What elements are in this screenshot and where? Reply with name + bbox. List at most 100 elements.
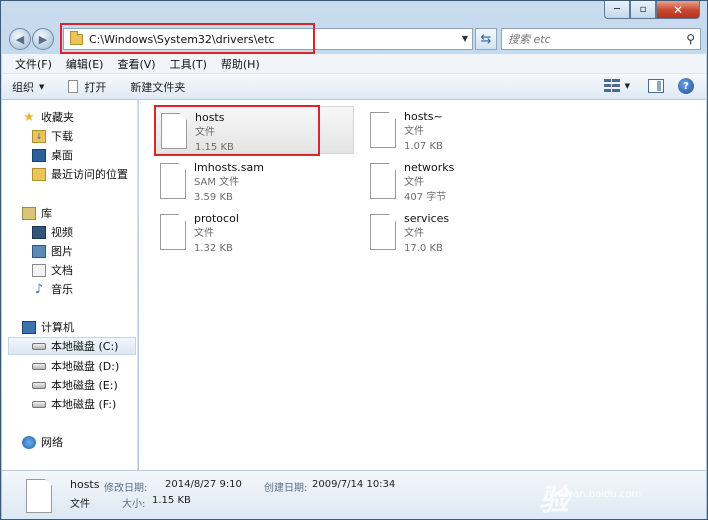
file-name: services bbox=[404, 212, 450, 225]
drive-icon bbox=[32, 362, 46, 370]
sidebar-item-label: 桌面 bbox=[51, 149, 73, 162]
watermark-logo: Baidu经验 bbox=[539, 439, 666, 518]
help-icon[interactable]: ? bbox=[678, 78, 694, 94]
search-icon[interactable]: ⚲ bbox=[686, 32, 695, 46]
star-icon: ★ bbox=[23, 109, 35, 125]
detail-created-label: 创建日期: bbox=[264, 483, 308, 494]
sidebar-item-label: 最近访问的位置 bbox=[51, 168, 128, 181]
close-button[interactable]: ✕ bbox=[656, 1, 700, 19]
sidebar-item-pictures[interactable]: 图片 bbox=[32, 242, 73, 260]
menu-help[interactable]: 帮助(H) bbox=[214, 56, 267, 72]
file-item-lmhosts[interactable]: lmhosts.sam SAM 文件 3.59 KB bbox=[154, 157, 354, 205]
sidebar-item-downloads[interactable]: ↓ 下载 bbox=[32, 127, 73, 145]
file-name: protocol bbox=[194, 212, 239, 225]
sidebar-item-favorites[interactable]: ★ 收藏夹 bbox=[22, 108, 74, 126]
detail-modified-value: 2014/8/27 9:10 bbox=[165, 479, 242, 490]
drive-icon bbox=[32, 342, 46, 350]
sidebar-item-label: 网络 bbox=[41, 436, 63, 449]
chevron-down-icon[interactable]: ▼ bbox=[462, 34, 468, 43]
forward-button[interactable]: ▶ bbox=[32, 28, 54, 50]
file-type: 文件 bbox=[404, 228, 424, 239]
desktop-icon bbox=[32, 148, 46, 162]
organize-label: 组织 bbox=[12, 80, 34, 94]
sidebar-item-label: 本地磁盘 (E:) bbox=[51, 379, 118, 392]
sidebar-item-label: 计算机 bbox=[41, 321, 74, 334]
navigation-buttons: ◀ ▶ bbox=[9, 28, 55, 50]
detail-size-value: 1.15 KB bbox=[152, 495, 191, 506]
file-type: 文件 bbox=[404, 177, 424, 188]
sidebar-item-label: 收藏夹 bbox=[41, 111, 74, 124]
file-item-networks[interactable]: networks 文件 407 字节 bbox=[364, 157, 564, 205]
menu-bar: 文件(F) 编辑(E) 查看(V) 工具(T) 帮助(H) bbox=[2, 54, 706, 74]
file-size: 1.32 KB bbox=[194, 243, 233, 254]
menu-view[interactable]: 查看(V) bbox=[110, 56, 162, 72]
refresh-button[interactable]: ⇆ bbox=[475, 28, 497, 50]
new-folder-button[interactable]: 新建文件夹 bbox=[130, 79, 185, 95]
view-controls: ▼ ? bbox=[603, 78, 694, 94]
navigation-pane: ★ 收藏夹 ↓ 下载 桌面 最近访问的位置 库 视频 图片 文档 ♪ 音乐 计算… bbox=[2, 100, 138, 470]
sidebar-item-computer[interactable]: 计算机 bbox=[22, 318, 74, 336]
detail-file-type: 文件 bbox=[70, 499, 90, 510]
menu-file[interactable]: 文件(F) bbox=[8, 56, 59, 72]
file-name: networks bbox=[404, 161, 455, 174]
search-input[interactable] bbox=[508, 32, 678, 46]
hosts-highlight-box bbox=[154, 105, 320, 156]
sidebar-item-drive-f[interactable]: 本地磁盘 (F:) bbox=[32, 395, 116, 413]
sidebar-item-desktop[interactable]: 桌面 bbox=[32, 146, 73, 164]
file-icon bbox=[26, 479, 52, 513]
file-type: SAM 文件 bbox=[194, 177, 240, 188]
file-icon bbox=[370, 214, 396, 250]
music-icon: ♪ bbox=[34, 281, 44, 297]
document-icon bbox=[32, 263, 46, 277]
organize-button[interactable]: 组织 ▼ bbox=[12, 79, 44, 95]
menu-tools[interactable]: 工具(T) bbox=[163, 56, 214, 72]
file-icon bbox=[160, 163, 186, 199]
file-size: 17.0 KB bbox=[404, 243, 443, 254]
file-size: 1.07 KB bbox=[404, 141, 443, 152]
search-box[interactable]: ⚲ bbox=[501, 28, 701, 50]
sidebar-item-libraries[interactable]: 库 bbox=[22, 204, 52, 222]
file-icon bbox=[370, 163, 396, 199]
file-size: 407 字节 bbox=[404, 192, 447, 203]
sidebar-item-network[interactable]: 网络 bbox=[22, 433, 63, 451]
sidebar-item-drive-c[interactable]: 本地磁盘 (C:) bbox=[8, 337, 136, 355]
back-button[interactable]: ◀ bbox=[9, 28, 31, 50]
detail-file-name: hosts bbox=[70, 478, 100, 491]
file-item-hosts-backup[interactable]: hosts~ 文件 1.07 KB bbox=[364, 106, 564, 154]
sidebar-item-drive-e[interactable]: 本地磁盘 (E:) bbox=[32, 376, 118, 394]
open-button[interactable]: 打开 bbox=[68, 79, 106, 95]
drive-icon bbox=[32, 381, 46, 389]
sidebar-item-label: 本地磁盘 (C:) bbox=[51, 340, 119, 353]
computer-icon bbox=[22, 320, 36, 334]
sidebar-item-documents[interactable]: 文档 bbox=[32, 261, 73, 279]
view-options-dropdown[interactable]: ▼ bbox=[625, 82, 630, 90]
recent-places-icon bbox=[32, 167, 46, 181]
detail-modified-label: 修改日期: bbox=[104, 483, 148, 494]
command-bar: 组织 ▼ 打开 新建文件夹 ▼ ? bbox=[2, 74, 706, 100]
sidebar-item-videos[interactable]: 视频 bbox=[32, 223, 73, 241]
sidebar-item-label: 下载 bbox=[51, 130, 73, 143]
preview-pane-icon[interactable] bbox=[648, 79, 664, 93]
sidebar-item-music[interactable]: ♪ 音乐 bbox=[32, 280, 73, 298]
sidebar-item-recent[interactable]: 最近访问的位置 bbox=[32, 165, 128, 183]
watermark: Baidu经验 jingyan.baidu.com bbox=[539, 431, 689, 518]
sidebar-item-label: 图片 bbox=[51, 245, 73, 258]
watermark-url: jingyan.baidu.com bbox=[549, 489, 642, 500]
detail-size-label: 大小: bbox=[122, 499, 146, 510]
explorer-window: ─ ▫ ✕ ◀ ▶ C:\Windows\System32\drivers\et… bbox=[0, 0, 708, 520]
forward-arrow-icon: ▶ bbox=[38, 32, 48, 46]
sidebar-item-drive-d[interactable]: 本地磁盘 (D:) bbox=[32, 357, 119, 375]
sidebar-item-label: 本地磁盘 (D:) bbox=[51, 360, 120, 373]
file-name: lmhosts.sam bbox=[194, 161, 264, 174]
file-type: 文件 bbox=[404, 126, 424, 137]
maximize-button[interactable]: ▫ bbox=[630, 1, 656, 19]
sidebar-item-label: 本地磁盘 (F:) bbox=[51, 398, 117, 411]
detail-created-value: 2009/7/14 10:34 bbox=[312, 479, 396, 490]
file-size: 3.59 KB bbox=[194, 192, 233, 203]
minimize-button[interactable]: ─ bbox=[604, 1, 630, 19]
file-item-services[interactable]: services 文件 17.0 KB bbox=[364, 208, 564, 256]
change-view-icon[interactable] bbox=[603, 79, 620, 93]
libraries-icon bbox=[22, 206, 36, 220]
file-item-protocol[interactable]: protocol 文件 1.32 KB bbox=[154, 208, 354, 256]
menu-edit[interactable]: 编辑(E) bbox=[59, 56, 111, 72]
